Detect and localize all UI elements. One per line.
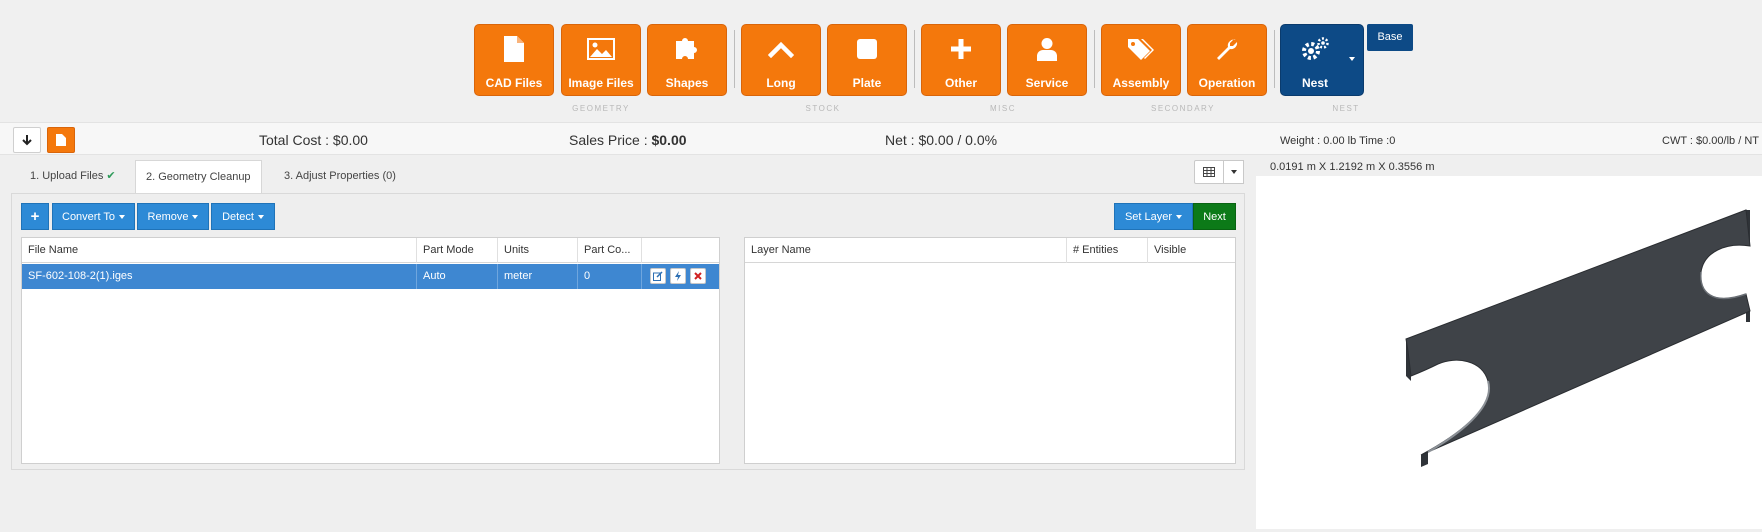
plate-button[interactable]: Plate	[827, 24, 907, 96]
shapes-button[interactable]: Shapes	[647, 24, 727, 96]
column-header-layer-name[interactable]: Layer Name	[745, 238, 1067, 263]
layers-table-header: Layer Name # Entities Visible	[745, 238, 1235, 263]
grid-view-dropdown[interactable]	[1224, 160, 1244, 184]
group-label-geometry: GEOMETRY	[572, 104, 630, 113]
sales-price: Sales Price : $0.00	[569, 132, 687, 148]
part-mode-cell: Auto	[417, 264, 498, 289]
part-dimensions: 0.0191 m X 1.2192 m X 0.3556 m	[1270, 161, 1435, 173]
square-icon	[828, 35, 906, 63]
file-name-cell: SF-602-108-2(1).iges	[22, 264, 417, 289]
ribbon-separator	[1274, 30, 1275, 88]
bolt-icon	[675, 271, 681, 281]
cogs-icon	[1281, 35, 1349, 63]
ribbon-toolbar: CAD Files Image Files Shapes Long Plate …	[0, 0, 1762, 122]
chevron-up-icon	[742, 35, 820, 63]
plus-icon	[922, 35, 1000, 63]
geometry-cleanup-panel: + Convert To Remove Detect Set Layer Nex…	[11, 193, 1245, 470]
cost-summary-bar: Total Cost : $0.00 Sales Price : $0.00 N…	[0, 122, 1762, 155]
tags-icon	[1102, 35, 1180, 63]
ribbon-separator	[914, 30, 915, 88]
column-header-entities[interactable]: # Entities	[1067, 238, 1148, 263]
group-label-stock: STOCK	[805, 104, 841, 113]
column-header-visible[interactable]: Visible	[1148, 238, 1237, 263]
3d-viewer[interactable]	[1256, 176, 1762, 529]
column-header-part-count[interactable]: Part Co...	[578, 238, 642, 263]
table-icon	[1203, 167, 1215, 177]
check-icon: ✔	[106, 170, 116, 182]
files-table: File Name Part Mode Units Part Co... SF-…	[21, 237, 720, 464]
file-icon	[56, 134, 66, 146]
net-value: Net : $0.00 / 0.0%	[885, 132, 998, 148]
wrench-icon	[1188, 35, 1266, 63]
cad-files-button[interactable]: CAD Files	[474, 24, 554, 96]
ribbon-separator	[734, 30, 735, 88]
other-button[interactable]: Other	[921, 24, 1001, 96]
total-cost: Total Cost : $0.00	[259, 132, 368, 148]
part-count-cell: 0	[578, 264, 642, 289]
assembly-button[interactable]: Assembly	[1101, 24, 1181, 96]
new-file-button[interactable]	[47, 127, 75, 153]
puzzle-icon	[648, 35, 726, 63]
nest-button[interactable]: Nest	[1280, 24, 1364, 96]
chevron-down-icon	[192, 214, 199, 219]
download-button[interactable]	[13, 127, 41, 153]
ribbon-separator	[1094, 30, 1095, 88]
column-header-file-name[interactable]: File Name	[22, 238, 417, 263]
add-button[interactable]: +	[21, 203, 49, 230]
chevron-down-icon	[119, 214, 125, 219]
layers-table: Layer Name # Entities Visible	[744, 237, 1236, 464]
table-row[interactable]: SF-602-108-2(1).iges Auto meter 0	[22, 264, 719, 289]
tab-adjust-properties[interactable]: 3. Adjust Properties (0)	[274, 160, 406, 193]
user-icon	[1008, 35, 1086, 63]
service-button[interactable]: Service	[1007, 24, 1087, 96]
long-button[interactable]: Long	[741, 24, 821, 96]
operation-button[interactable]: Operation	[1187, 24, 1267, 96]
group-label-nest: NEST	[1332, 104, 1360, 113]
tab-geometry-cleanup[interactable]: 2. Geometry Cleanup	[135, 160, 262, 193]
files-table-header: File Name Part Mode Units Part Co...	[22, 238, 719, 263]
group-label-secondary: SECONDARY	[1150, 104, 1216, 113]
close-icon	[694, 272, 702, 280]
remove-dropdown[interactable]: Remove	[137, 203, 209, 230]
arrow-down-icon	[22, 135, 32, 146]
tab-upload-files[interactable]: 1. Upload Files ✔	[20, 160, 126, 193]
column-header-units[interactable]: Units	[498, 238, 578, 263]
base-button[interactable]: Base	[1367, 24, 1413, 51]
image-files-button[interactable]: Image Files	[561, 24, 641, 96]
detect-dropdown[interactable]: Detect	[211, 203, 275, 230]
convert-to-dropdown[interactable]: Convert To	[52, 203, 135, 230]
delete-button[interactable]	[690, 268, 706, 284]
edit-icon	[653, 271, 663, 281]
set-layer-dropdown[interactable]: Set Layer	[1114, 203, 1193, 230]
file-icon	[475, 35, 553, 63]
image-icon	[562, 35, 640, 63]
grid-view-button[interactable]	[1194, 160, 1224, 184]
part-model	[1405, 209, 1751, 467]
flash-button[interactable]	[670, 268, 686, 284]
chevron-down-icon	[1230, 170, 1237, 174]
cwt-info: CWT : $0.00/lb / NT :	[1662, 135, 1762, 147]
column-header-part-mode[interactable]: Part Mode	[417, 238, 498, 263]
nest-dropdown-caret[interactable]	[1349, 57, 1355, 61]
group-label-misc: MISC	[990, 104, 1016, 113]
weight-time: Weight : 0.00 lb Time :0	[1280, 135, 1396, 147]
units-cell: meter	[498, 264, 578, 289]
chevron-down-icon	[257, 214, 264, 219]
next-button[interactable]: Next	[1193, 203, 1236, 230]
part-face	[1405, 209, 1751, 456]
chevron-down-icon	[1176, 214, 1183, 219]
edit-button[interactable]	[650, 268, 666, 284]
column-header-actions	[642, 238, 721, 263]
